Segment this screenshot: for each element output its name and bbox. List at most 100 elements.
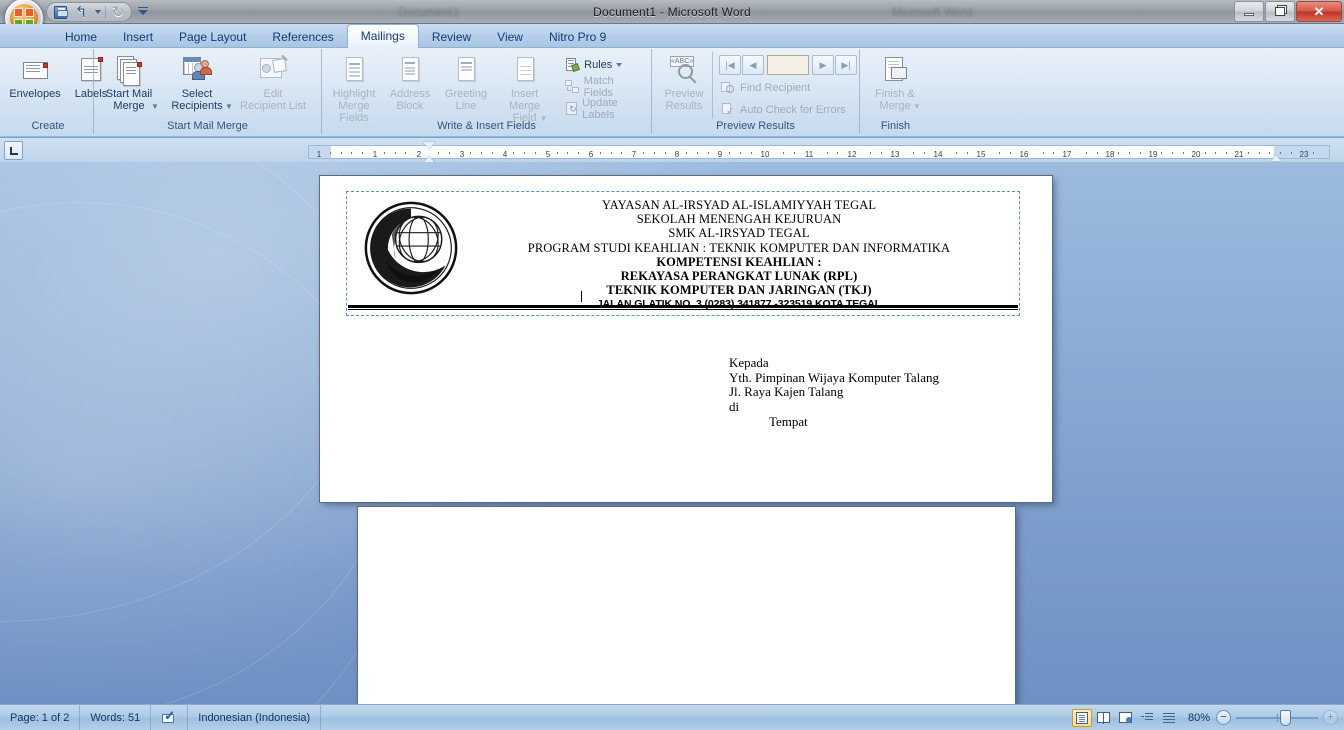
ribbon-tab-strip: Home Insert Page Layout References Mailings R… xyxy=(0,24,1344,48)
edit-recipient-list-button[interactable]: Edit Recipient List xyxy=(234,52,312,114)
zoom-out-button[interactable]: − xyxy=(1216,710,1231,725)
ruler-minor-tick xyxy=(707,152,709,154)
document-body-text[interactable]: Kepada Yth. Pimpinan Wijaya Komputer Tala… xyxy=(729,355,939,430)
word-application-window: Document1 Microsoft Word Document1 - Mic… xyxy=(0,0,1344,730)
first-record-button[interactable]: |◀ xyxy=(719,55,741,75)
ruler-tick-4-4: 4 xyxy=(502,150,508,159)
zoom-level[interactable]: 80% xyxy=(1188,712,1216,724)
tab-references[interactable]: References xyxy=(259,26,346,48)
web-layout-view-button[interactable] xyxy=(1116,709,1136,727)
find-recipient-button[interactable]: Find Recipient xyxy=(717,78,859,97)
start-mail-merge-button[interactable]: Start Mail Merge ▼ xyxy=(98,52,160,115)
address-block-label: Address Block xyxy=(389,88,431,112)
restore-button[interactable] xyxy=(1265,1,1295,22)
zoom-in-button[interactable]: + xyxy=(1323,710,1338,725)
school-logo-icon xyxy=(364,201,458,295)
preview-results-button[interactable]: «ABC» Preview Results xyxy=(656,52,712,114)
tab-review[interactable]: Review xyxy=(419,26,484,48)
zoom-slider[interactable] xyxy=(1236,709,1318,726)
ribbon: Envelopes Labels Create Start Mail Merge… xyxy=(0,48,1344,137)
address-block-icon xyxy=(394,54,426,86)
rules-label: Rules xyxy=(584,58,613,71)
chevron-down-icon: ▼ xyxy=(225,102,233,111)
close-button[interactable]: ✕ xyxy=(1296,1,1342,22)
highlight-merge-fields-button[interactable]: Highlight Merge Fields xyxy=(326,52,382,126)
ruler-minor-tick xyxy=(1129,152,1130,154)
envelope-icon xyxy=(19,54,51,86)
ruler-minor-tick xyxy=(751,152,752,154)
ruler-minor-tick xyxy=(481,152,482,154)
page-indicator[interactable]: Page: 1 of 2 xyxy=(0,704,81,730)
ruler-minor-tick xyxy=(362,152,364,154)
ruler-minor-tick xyxy=(956,152,958,154)
select-recipients-button[interactable]: Select Recipients ▼ xyxy=(160,52,234,115)
save-button[interactable] xyxy=(51,4,69,20)
school-logo xyxy=(363,200,459,296)
proofing-status[interactable]: ✓ xyxy=(151,704,189,730)
minimize-button[interactable] xyxy=(1234,1,1264,22)
ribbon-group-start-mail-merge: Start Mail Merge ▼ Select Recipients ▼ E… xyxy=(93,49,321,134)
document-page-2[interactable] xyxy=(358,507,1015,704)
ruler-tick-7-7: 7 xyxy=(631,150,637,159)
envelopes-button[interactable]: Envelopes xyxy=(7,52,63,102)
first-line-indent-marker[interactable] xyxy=(423,142,435,149)
ruler-tick-13-13: 13 xyxy=(890,150,900,159)
right-indent-marker[interactable] xyxy=(1271,155,1281,161)
match-fields-button[interactable]: Match Fields xyxy=(561,74,647,99)
ruler-minor-tick xyxy=(913,152,914,154)
ruler-minor-tick xyxy=(535,152,536,154)
outline-view-button[interactable] xyxy=(1138,709,1158,727)
rules-button[interactable]: Rules xyxy=(561,55,647,74)
draft-icon xyxy=(1163,712,1176,723)
undo-dropdown[interactable] xyxy=(93,4,102,20)
tab-view[interactable]: View xyxy=(484,26,536,48)
find-recipient-icon xyxy=(720,80,736,96)
document-header-section[interactable]: YAYASAN AL-IRSYAD AL-ISLAMIYYAH TEGAL SEK… xyxy=(346,191,1020,316)
match-fields-label: Match Fields xyxy=(583,74,614,99)
ruler-minor-tick xyxy=(783,152,785,154)
undo-button[interactable]: ↰ xyxy=(72,4,90,20)
ruler-minor-tick xyxy=(567,152,569,154)
finish-and-merge-button[interactable]: Finish & Merge ▼ xyxy=(864,52,926,115)
text-cursor xyxy=(581,291,582,302)
previous-record-button[interactable]: ◀ xyxy=(742,55,764,75)
auto-check-errors-label: Auto Check for Errors xyxy=(740,103,846,116)
ruler-minor-tick xyxy=(1247,152,1249,154)
document-page-1[interactable]: YAYASAN AL-IRSYAD AL-ISLAMIYYAH TEGAL SEK… xyxy=(320,176,1052,502)
ruler-minor-tick xyxy=(643,152,644,154)
chevron-down-icon xyxy=(616,62,623,67)
tab-insert[interactable]: Insert xyxy=(110,26,166,48)
full-screen-reading-view-button[interactable] xyxy=(1094,709,1114,727)
update-labels-button[interactable]: ↻ Update Labels xyxy=(561,97,647,121)
highlight-merge-fields-label: Highlight Merge Fields xyxy=(332,88,376,124)
tab-stop-selector[interactable] xyxy=(4,141,23,160)
greeting-line-button[interactable]: Greeting Line xyxy=(438,52,494,114)
draft-view-button[interactable] xyxy=(1160,709,1180,727)
auto-check-errors-button[interactable]: ✓ Auto Check for Errors xyxy=(717,100,859,119)
chevron-down-icon xyxy=(138,9,148,15)
last-record-button[interactable]: ▶| xyxy=(835,55,857,75)
horizontal-ruler[interactable]: 1 1 2 3 4 5 6 7 8 9 10 11 12 13 14 15 16 17 18 19 20 21 23 xyxy=(308,142,1330,163)
header-double-rule xyxy=(348,305,1018,310)
word-count[interactable]: Words: 51 xyxy=(80,704,152,730)
select-recipients-label: Select Recipients xyxy=(171,88,223,112)
language-indicator[interactable]: Indonesian (Indonesia) xyxy=(188,704,322,730)
insert-merge-field-button[interactable]: Insert Merge Field ▼ xyxy=(494,52,555,127)
chevron-down-icon xyxy=(94,10,101,14)
address-block-button[interactable]: Address Block xyxy=(382,52,438,114)
record-number-field[interactable] xyxy=(767,55,809,75)
print-layout-view-button[interactable] xyxy=(1071,708,1092,727)
ruler-minor-tick xyxy=(610,152,612,154)
redo-button[interactable]: ↻ xyxy=(109,4,127,20)
zoom-slider-thumb[interactable] xyxy=(1280,709,1291,726)
tab-mailings[interactable]: Mailings xyxy=(346,24,419,48)
tab-home[interactable]: Home xyxy=(52,26,110,48)
customize-quick-access-toolbar-button[interactable] xyxy=(136,5,150,19)
ruler-minor-tick xyxy=(967,152,968,154)
group-label-start-mail-merge: Start Mail Merge xyxy=(167,120,248,132)
ruler-minor-tick xyxy=(491,152,493,154)
tab-nitro-pro-9[interactable]: Nitro Pro 9 xyxy=(536,26,619,48)
tab-page-layout[interactable]: Page Layout xyxy=(166,26,259,48)
ruler-minor-tick xyxy=(1053,152,1055,154)
next-record-button[interactable]: ▶ xyxy=(812,55,834,75)
